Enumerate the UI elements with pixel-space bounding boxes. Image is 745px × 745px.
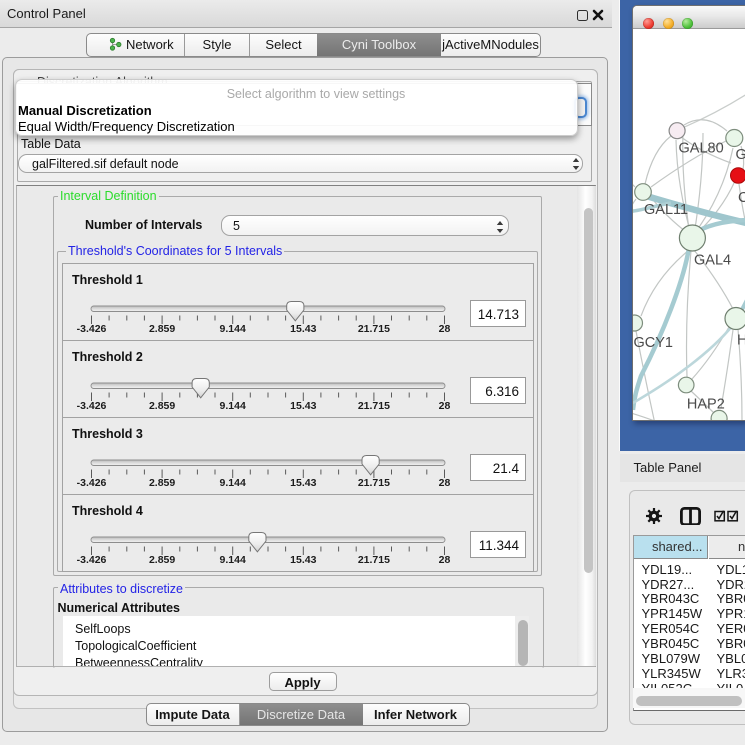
svg-text:9.144: 9.144 [220,323,246,335]
svg-text:HAP2: HAP2 [686,397,724,413]
svg-text:H: H [737,333,745,349]
svg-text:21.715: 21.715 [358,400,390,412]
svg-text:28: 28 [439,400,451,412]
svg-text:15.43: 15.43 [290,323,316,335]
svg-text:-3.426: -3.426 [77,477,107,489]
svg-text:GAL11: GAL11 [644,202,688,218]
svg-text:9.144: 9.144 [220,477,246,489]
svg-text:21.715: 21.715 [358,323,390,335]
svg-text:GAL4: GAL4 [694,253,731,269]
svg-text:15.43: 15.43 [290,400,316,412]
svg-text:GCY1: GCY1 [633,335,673,351]
svg-text:2.859: 2.859 [149,323,175,335]
svg-text:-3.426: -3.426 [77,400,107,412]
svg-text:GAL80: GAL80 [678,141,723,157]
svg-text:28: 28 [439,323,451,335]
svg-text:21.715: 21.715 [358,554,390,566]
svg-text:15.43: 15.43 [290,477,316,489]
svg-text:9.144: 9.144 [220,400,246,412]
svg-text:28: 28 [439,477,451,489]
svg-text:9.144: 9.144 [220,554,246,566]
svg-text:21.715: 21.715 [358,477,390,489]
svg-text:C: C [738,190,745,206]
svg-text:2.859: 2.859 [149,400,175,412]
svg-text:-3.426: -3.426 [77,554,107,566]
svg-text:2.859: 2.859 [149,477,175,489]
svg-text:15.43: 15.43 [290,554,316,566]
svg-text:28: 28 [439,554,451,566]
svg-text:-3.426: -3.426 [77,323,107,335]
svg-text:2.859: 2.859 [149,554,175,566]
svg-text:GA: GA [735,147,745,163]
